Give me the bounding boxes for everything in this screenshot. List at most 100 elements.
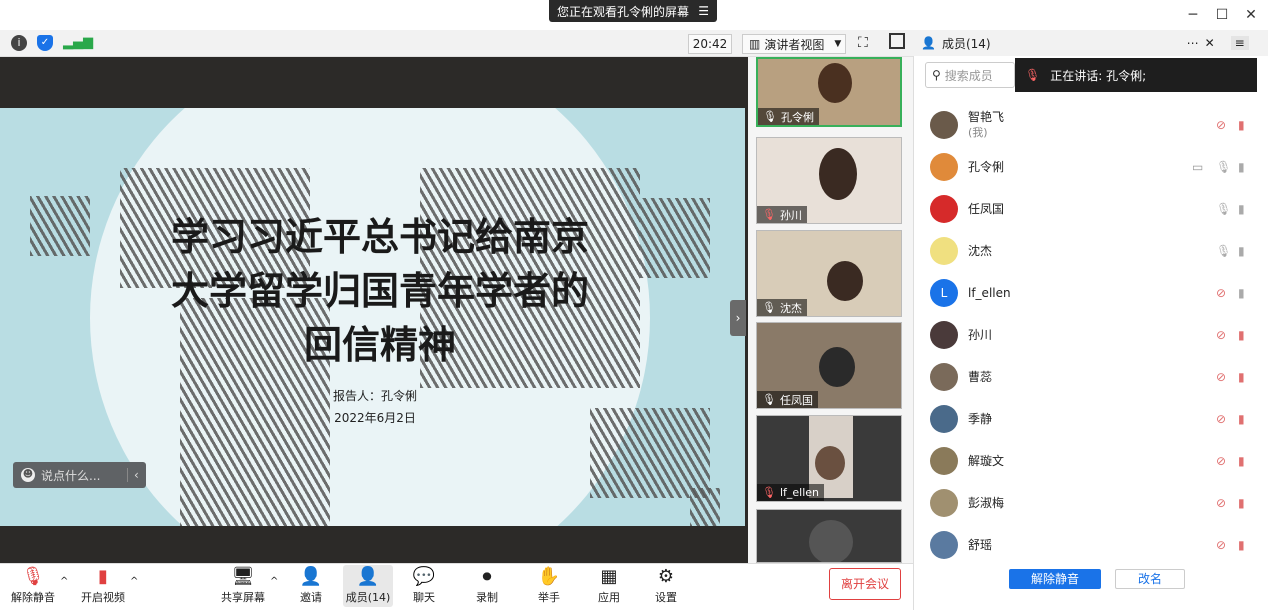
chevron-up-icon[interactable]: ^	[60, 576, 68, 587]
share-screen-button[interactable]: 🖥 共享屏幕	[218, 565, 268, 607]
close-icon[interactable]: ✕	[1205, 36, 1215, 50]
menu-icon[interactable]: ≡	[1230, 36, 1249, 50]
shield-icon[interactable]: ✓	[37, 35, 53, 51]
video-tile-label: 🎙 lf_ellen	[757, 484, 825, 501]
microphone-icon: 🎙	[762, 393, 776, 406]
close-icon[interactable]: ✕	[1241, 6, 1261, 24]
rename-button[interactable]: 改名	[1115, 569, 1185, 589]
microphone-muted-icon: 🎙	[21, 566, 45, 587]
slide-reporter: 报告人：孔令俐	[332, 389, 417, 403]
minimize-icon[interactable]: ─	[1183, 6, 1203, 24]
member-list-item[interactable]: 孔令俐 ▭ 🎙 ▮	[920, 146, 1260, 188]
member-list-item[interactable]: Llf_ellen ⊘ ▮	[920, 272, 1260, 314]
video-off-icon[interactable]: ▮	[1238, 328, 1245, 342]
chat-button[interactable]: 💬 聊天	[399, 565, 449, 607]
member-list-item[interactable]: 智艳飞 (我) ⊘ ▮	[920, 104, 1260, 146]
microphone-icon[interactable]: 🎙	[1216, 202, 1231, 216]
member-list-item[interactable]: 季静 ⊘ ▮	[920, 398, 1260, 440]
unmute-all-button[interactable]: 解除静音	[1009, 569, 1101, 589]
video-strip: 🎙 孔令俐 🎙 孙川 🎙 沈杰 🎙 任凤国 🎙 lf_ellen	[748, 57, 913, 563]
active-speaker-text: 正在讲话: 孔令俐;	[1050, 68, 1147, 83]
avatar	[930, 363, 958, 391]
member-list-item[interactable]: 任凤国 🎙 ▮	[920, 188, 1260, 230]
video-tile-name: lf_ellen	[779, 486, 820, 499]
video-tile[interactable]: 🎙 沈杰	[756, 230, 902, 317]
microphone-muted-icon[interactable]: ⊘	[1216, 496, 1226, 510]
member-list-item[interactable]: 舒瑶 ⊘ ▮	[920, 524, 1260, 566]
microphone-muted-icon[interactable]: ⊘	[1216, 328, 1226, 342]
microphone-muted-icon[interactable]: ⊘	[1216, 118, 1226, 132]
slide-title-line: 大学留学归国青年学者的	[170, 269, 589, 313]
settings-label: 设置	[655, 591, 677, 604]
settings-button[interactable]: ⚙ 设置	[641, 565, 691, 607]
member-name: 曹蕊	[968, 370, 993, 384]
chevron-right-icon[interactable]: ›	[730, 300, 746, 336]
microphone-muted-icon[interactable]: ⊘	[1216, 454, 1226, 468]
microphone-muted-icon[interactable]: ⊘	[1216, 412, 1226, 426]
sidebar-toggle-icon[interactable]	[889, 33, 905, 49]
share-banner-text: 您正在观看孔令俐的屏幕	[557, 4, 690, 19]
view-mode-label: 演讲者视图	[764, 37, 825, 52]
unmute-button[interactable]: 🎙 解除静音	[8, 565, 58, 607]
video-icon[interactable]: ▮	[1238, 286, 1245, 300]
members-button[interactable]: 👤 成员(14)	[343, 565, 393, 607]
speaker-view-icon: ▥	[749, 37, 761, 51]
member-list-item[interactable]: 沈杰 🎙 ▮	[920, 230, 1260, 272]
video-tile[interactable]: 🎙 lf_ellen	[756, 415, 902, 502]
leave-meeting-button[interactable]: 离开会议	[829, 568, 901, 600]
microphone-muted-icon[interactable]: ⊘	[1216, 286, 1226, 300]
microphone-icon[interactable]: 🎙	[1216, 244, 1231, 258]
record-button[interactable]: ⏺ 录制	[462, 565, 512, 607]
video-tile[interactable]: 🎙 孔令俐	[756, 57, 902, 127]
share-screen-icon: 🖥	[231, 566, 255, 587]
chat-placeholder: 说点什么...	[41, 468, 101, 483]
member-name: lf_ellen	[968, 286, 1011, 300]
share-banner[interactable]: 您正在观看孔令俐的屏幕 ☰	[549, 0, 717, 22]
view-mode-dropdown[interactable]: ▥ 演讲者视图 ▼	[742, 34, 846, 54]
start-video-button[interactable]: ▮ 开启视频	[78, 565, 128, 607]
apps-label: 应用	[598, 591, 620, 604]
microphone-muted-icon[interactable]: ⊘	[1216, 538, 1226, 552]
signal-icon[interactable]: ▂▄▆	[63, 35, 93, 51]
microphone-muted-icon[interactable]: ⊘	[1216, 370, 1226, 384]
video-icon[interactable]: ▮	[1238, 244, 1245, 258]
video-icon[interactable]: ▮	[1238, 202, 1245, 216]
member-list-item[interactable]: 孙川 ⊘ ▮	[920, 314, 1260, 356]
member-list-item[interactable]: 曹蕊 ⊘ ▮	[920, 356, 1260, 398]
video-off-icon[interactable]: ▮	[1238, 496, 1245, 510]
video-off-icon[interactable]: ▮	[1238, 412, 1245, 426]
microphone-icon: 🎙	[762, 301, 776, 314]
member-list-item[interactable]: 解璇文 ⊘ ▮	[920, 440, 1260, 482]
video-off-icon[interactable]: ▮	[1238, 370, 1245, 384]
invite-button[interactable]: 👤 邀请	[286, 565, 336, 607]
video-off-icon[interactable]: ▮	[1238, 538, 1245, 552]
video-label: 开启视频	[81, 591, 125, 604]
fullscreen-icon[interactable]: ⛶	[858, 35, 868, 51]
people-icon: 👤	[356, 566, 380, 587]
member-list-item[interactable]: 彭淑梅 ⊘ ▮	[920, 482, 1260, 524]
raise-hand-button[interactable]: ✋ 举手	[524, 565, 574, 607]
more-icon[interactable]: ⋯	[1187, 36, 1199, 50]
chevron-up-icon[interactable]: ^	[270, 576, 278, 587]
menu-icon[interactable]: ☰	[698, 4, 709, 18]
member-name: 季静	[968, 412, 993, 426]
quick-chat-input[interactable]: ☻ 说点什么... ‹	[13, 462, 146, 488]
emoji-icon[interactable]: ☻	[21, 468, 35, 482]
member-search-input[interactable]: ⚲ 搜索成员	[925, 62, 1015, 88]
video-tile[interactable]: 🎙 孙川	[756, 137, 902, 224]
microphone-icon[interactable]: 🎙	[1216, 160, 1231, 174]
info-icon[interactable]: i	[11, 35, 27, 51]
map-hatch	[30, 196, 90, 256]
apps-button[interactable]: ▦ 应用	[584, 565, 634, 607]
video-off-icon[interactable]: ▮	[1238, 118, 1245, 132]
video-off-icon[interactable]: ▮	[1238, 454, 1245, 468]
member-name: 智艳飞	[968, 110, 1005, 124]
video-tile[interactable]	[756, 509, 902, 563]
video-tile-name: 孙川	[779, 208, 802, 222]
members-panel-header: 👤 成员(14) ⋯ ✕ ≡	[913, 30, 1268, 56]
video-icon[interactable]: ▮	[1238, 160, 1245, 174]
video-tile[interactable]: 🎙 任凤国	[756, 322, 902, 409]
chevron-left-icon[interactable]: ‹	[127, 468, 139, 482]
chevron-up-icon[interactable]: ^	[130, 576, 138, 587]
maximize-icon[interactable]: ☐	[1212, 6, 1232, 24]
